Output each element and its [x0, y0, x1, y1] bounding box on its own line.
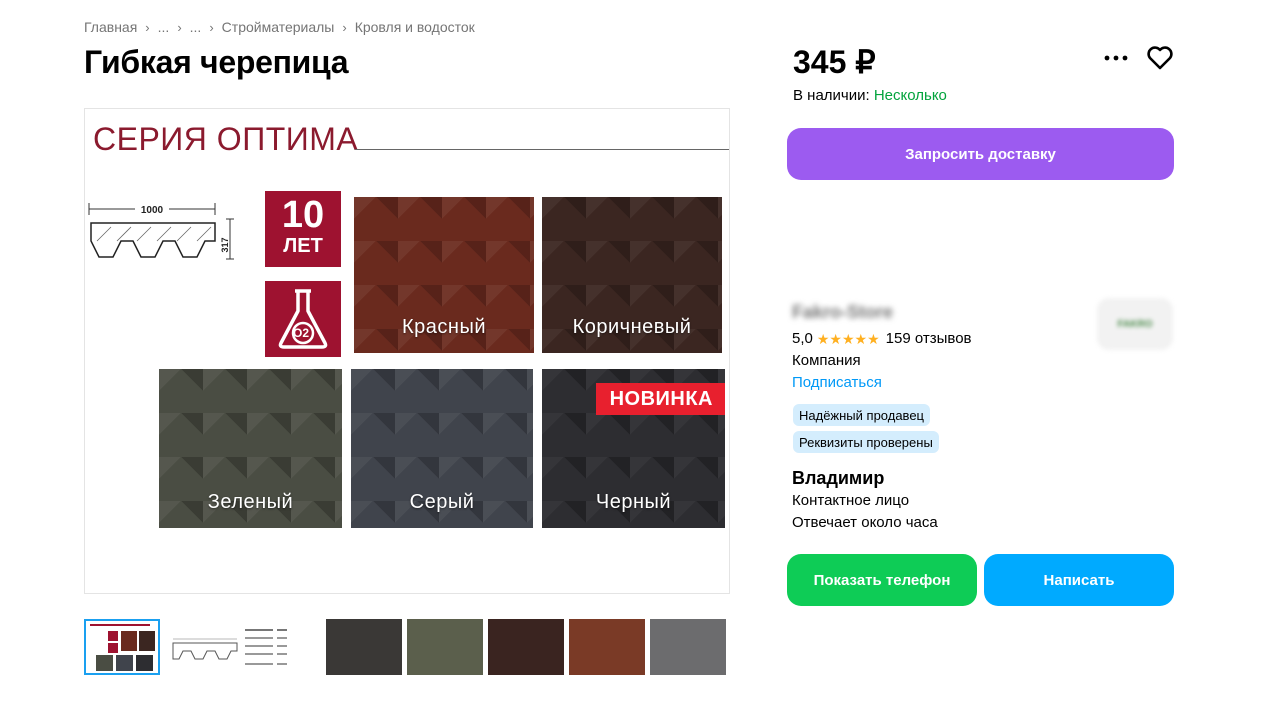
swatch-label: Красный: [402, 316, 486, 338]
swatch-gray: Серый: [351, 369, 533, 528]
swatch-label: Коричневый: [572, 316, 692, 338]
show-phone-button[interactable]: Показать телефон: [787, 554, 977, 606]
page-title: Гибкая черепица: [84, 44, 349, 80]
swatch-green: Зеленый: [159, 369, 342, 528]
rating-value: 5,0: [792, 330, 813, 347]
more-options-icon[interactable]: [1102, 44, 1130, 72]
breadcrumb-separator: ›: [145, 19, 150, 35]
swatch-black: НОВИНКА Черный: [542, 369, 725, 528]
o2-label: O2: [293, 326, 309, 340]
thumbnail-4[interactable]: [407, 619, 483, 675]
reliable-seller-badge[interactable]: Надёжный продавец: [793, 404, 930, 426]
thumbnail-2[interactable]: [165, 619, 321, 675]
contact-name: Владимир: [792, 468, 885, 488]
new-badge: НОВИНКА: [595, 383, 725, 415]
warranty-unit: ЛЕТ: [283, 235, 323, 257]
breadcrumb-roofing[interactable]: Кровля и водосток: [355, 19, 475, 35]
thumbnail-strip: [84, 619, 726, 675]
star-icon: ★: [829, 330, 842, 347]
product-price: 345 ₽: [793, 44, 876, 80]
seller-type: Компания: [792, 352, 861, 369]
breadcrumb-home[interactable]: Главная: [84, 19, 137, 35]
contact-role: Контактное лицо: [792, 492, 910, 509]
shingle-dimension-drawing: 1000 317: [88, 202, 234, 260]
dimension-width-label: 1000: [141, 205, 164, 216]
series-divider: [355, 149, 729, 150]
oxygen-flask-badge: O2: [265, 281, 341, 357]
series-title: СЕРИЯ ОПТИМА: [93, 121, 359, 157]
seller-rating: 5,0 ★ ★ ★ ★ ★ 159 отзывов: [792, 330, 972, 347]
breadcrumb-collapsed-1[interactable]: ...: [158, 19, 170, 35]
favorite-heart-icon[interactable]: [1146, 44, 1174, 72]
stock-label: В наличии:: [793, 87, 870, 104]
thumbnail-1[interactable]: [84, 619, 160, 675]
reviews-link[interactable]: 159 отзывов: [886, 330, 972, 347]
header-actions: [1102, 44, 1174, 72]
seller-logo-text: FAKRO: [1117, 318, 1153, 330]
star-icon: ★: [841, 330, 855, 347]
swatch-label: Серый: [409, 491, 475, 513]
request-delivery-button[interactable]: Запросить доставку: [787, 128, 1174, 180]
star-icon: ★: [854, 330, 868, 347]
thumbnail-3[interactable]: [326, 619, 402, 675]
swatch-brown: Коричневый: [542, 197, 722, 353]
thumbnail-7[interactable]: [650, 619, 726, 675]
warranty-badge: 10 ЛЕТ: [265, 191, 341, 267]
contact-response-time: Отвечает около часа: [792, 514, 938, 531]
write-message-button[interactable]: Написать: [984, 554, 1174, 606]
swatch-label: Черный: [595, 491, 672, 513]
swatch-red: Красный: [354, 197, 534, 353]
breadcrumb-separator: ›: [177, 19, 182, 35]
swatch-label: Зеленый: [207, 491, 294, 513]
seller-logo[interactable]: FAKRO: [1097, 298, 1173, 350]
star-icon: ★: [867, 330, 880, 347]
stock-status: В наличии: Несколько: [793, 87, 947, 104]
breadcrumb-separator: ›: [209, 19, 214, 35]
verified-details-badge[interactable]: Реквизиты проверены: [793, 431, 939, 453]
breadcrumb: Главная › ... › ... › Стройматериалы › К…: [84, 19, 475, 35]
breadcrumb-separator: ›: [342, 19, 347, 35]
breadcrumb-collapsed-2[interactable]: ...: [190, 19, 202, 35]
breadcrumb-building-materials[interactable]: Стройматериалы: [222, 19, 335, 35]
spec-sheet-icon: [172, 629, 287, 665]
thumbnail-6[interactable]: [569, 619, 645, 675]
stock-value: Несколько: [873, 87, 947, 104]
flask-icon: O2: [278, 289, 328, 349]
product-main-image[interactable]: СЕРИЯ ОПТИМА 1000 317 10 ЛЕТ O2 Красный …: [84, 108, 730, 594]
seller-name[interactable]: Fakro-Store: [792, 302, 893, 323]
thumbnail-5[interactable]: [488, 619, 564, 675]
warranty-years: 10: [281, 194, 325, 236]
dimension-height-label: 317: [220, 237, 230, 252]
subscribe-link[interactable]: Подписаться: [792, 374, 882, 391]
rating-stars: ★ ★ ★ ★ ★: [817, 332, 880, 346]
star-icon: ★: [816, 330, 830, 347]
